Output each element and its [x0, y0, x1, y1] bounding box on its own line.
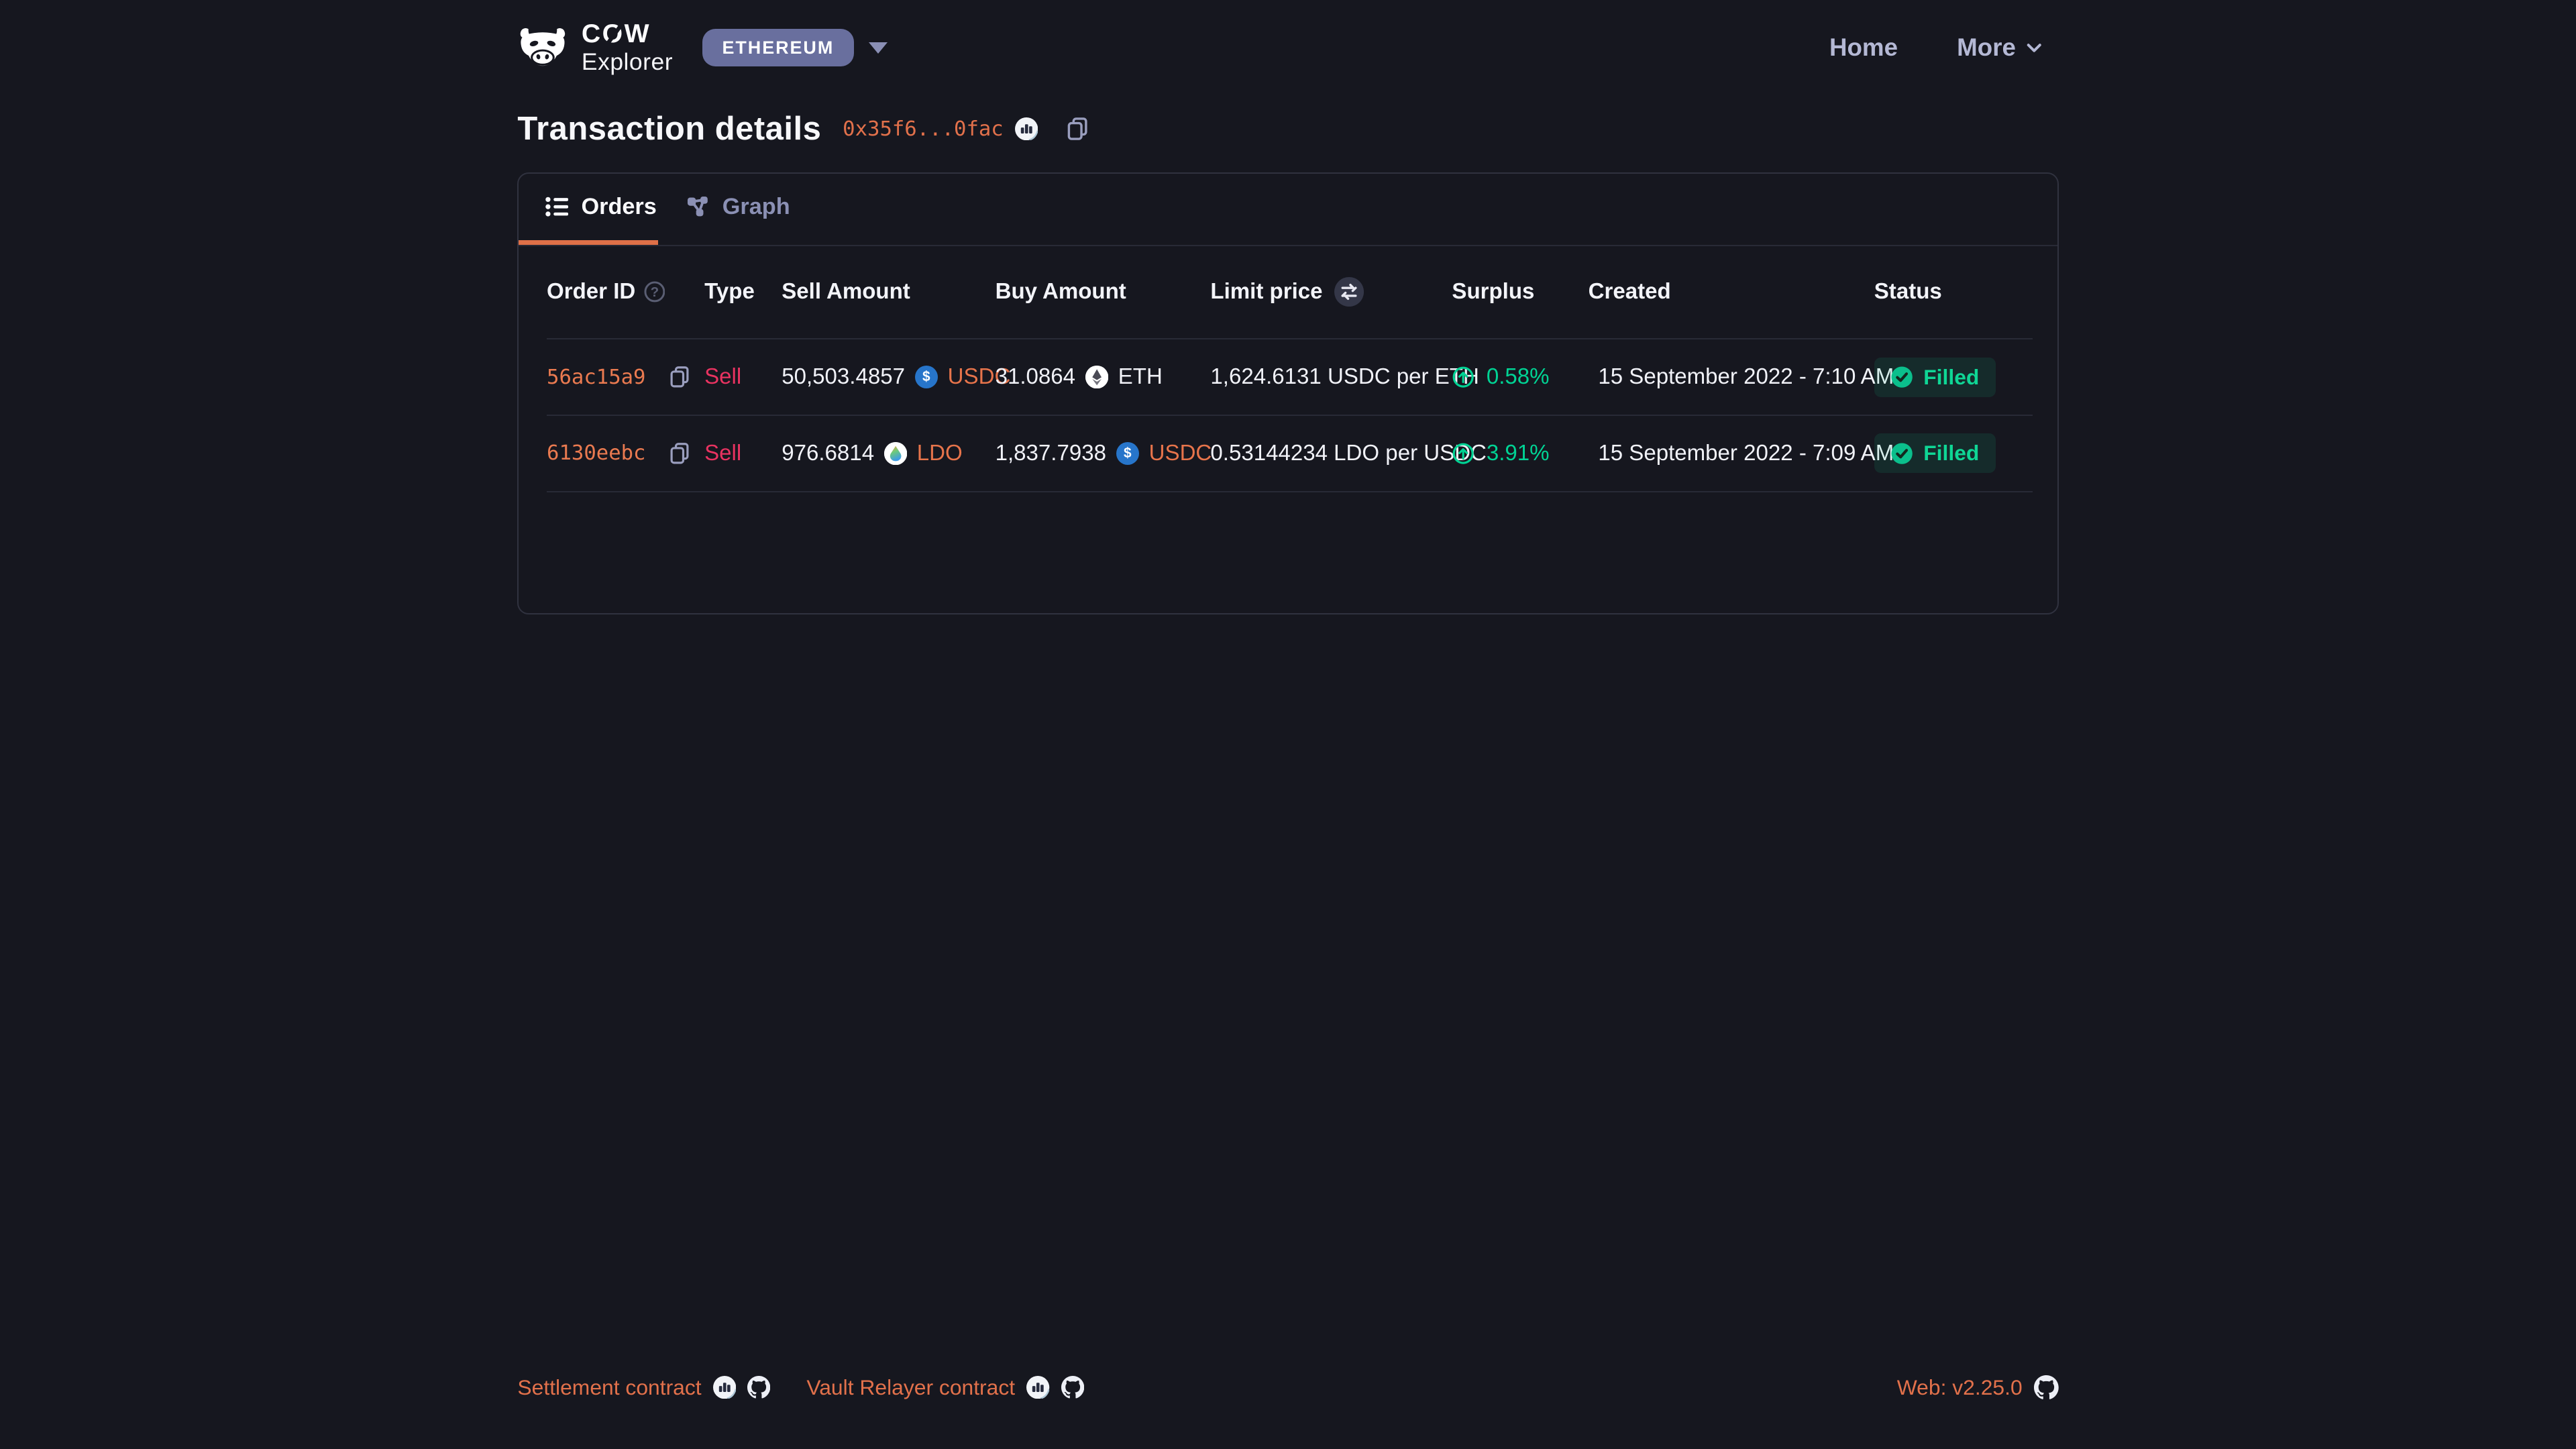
status-label: Filled: [1923, 365, 1979, 390]
vault-relayer-contract-link[interactable]: Vault Relayer contract: [806, 1375, 1015, 1400]
usdc-token-icon: $: [1116, 442, 1139, 465]
orders-card: Orders Graph Order ID Type Sell Amount B…: [517, 172, 2058, 614]
etherscan-link-icon[interactable]: [1026, 1376, 1049, 1399]
buy-token-label: ETH: [1118, 364, 1163, 390]
github-link-icon[interactable]: [747, 1376, 770, 1399]
swap-price-direction-icon[interactable]: [1334, 277, 1364, 307]
tab-orders[interactable]: Orders: [519, 174, 658, 245]
buy-token-link[interactable]: USDC: [1149, 441, 1212, 466]
col-limit-price: Limit price: [1210, 279, 1322, 305]
surplus-value: 3.91%: [1487, 441, 1550, 466]
created-date: 15 September 2022 - 7:10 AM: [1598, 364, 1894, 390]
nav-home[interactable]: Home: [1829, 34, 1898, 62]
page-title: Transaction details: [517, 110, 821, 148]
order-type: Sell: [704, 441, 782, 466]
chevron-down-icon: [2026, 41, 2042, 54]
settlement-contract-link[interactable]: Settlement contract: [517, 1375, 701, 1400]
table-header-row: Order ID Type Sell Amount Buy Amount Lim…: [547, 246, 2033, 340]
col-status: Status: [1874, 279, 2035, 305]
order-type: Sell: [704, 364, 782, 390]
tab-bar: Orders Graph: [519, 174, 2057, 246]
col-type: Type: [704, 279, 782, 305]
brand-subtitle: Explorer: [582, 50, 673, 74]
help-icon[interactable]: [644, 281, 665, 303]
list-icon: [545, 195, 568, 218]
col-buy-amount: Buy Amount: [996, 279, 1211, 305]
col-sell-amount: Sell Amount: [782, 279, 995, 305]
github-link-icon[interactable]: [1061, 1376, 1084, 1399]
web-version-link[interactable]: Web: v2.25.0: [1897, 1375, 2023, 1400]
tab-graph[interactable]: Graph: [686, 174, 790, 245]
created-date: 15 September 2022 - 7:09 AM: [1598, 441, 1894, 466]
nav-more[interactable]: More: [1957, 34, 2042, 62]
status-badge: Filled: [1874, 358, 1996, 397]
limit-price: 0.53144234 LDO per USDC: [1210, 441, 1452, 466]
network-dropdown-caret-icon: [869, 42, 888, 54]
title-row: Transaction details 0x35f6...0fac: [517, 110, 2058, 148]
order-id-link[interactable]: 56ac15a9: [547, 366, 645, 389]
surplus-value: 0.58%: [1487, 364, 1550, 390]
network-selector[interactable]: ETHEREUM: [702, 29, 888, 66]
brand-wordmark: COW: [582, 21, 673, 47]
cow-logo-icon: [517, 27, 568, 68]
copy-order-id-icon[interactable]: [669, 366, 692, 388]
col-surplus: Surplus: [1452, 279, 1588, 305]
limit-price: 1,624.6131 USDC per ETH: [1210, 364, 1452, 390]
table-row: 56ac15a9 Sell 50,503.4857 $ USDC 31.0864…: [547, 339, 2033, 416]
eth-token-icon: [1085, 366, 1108, 388]
app-header: COW Explorer ETHEREUM Home More: [517, 0, 2058, 72]
github-link-icon[interactable]: [2034, 1375, 2059, 1400]
etherscan-link-icon[interactable]: [1015, 117, 1038, 140]
graph-icon: [686, 196, 709, 217]
buy-amount: 31.0864: [996, 364, 1075, 390]
table-row: 6130eebc Sell 976.6814 LDO 1,837.7938 $ …: [547, 416, 2033, 492]
copy-order-id-icon[interactable]: [669, 442, 692, 465]
status-label: Filled: [1923, 441, 1979, 466]
surplus-up-icon: [1452, 442, 1474, 465]
network-badge[interactable]: ETHEREUM: [702, 29, 854, 66]
status-badge: Filled: [1874, 433, 1996, 473]
sell-amount: 50,503.4857: [782, 364, 905, 390]
buy-amount: 1,837.7938: [996, 441, 1106, 466]
sell-token-link[interactable]: LDO: [917, 441, 963, 466]
ldo-token-icon: [884, 442, 907, 465]
order-id-link[interactable]: 6130eebc: [547, 441, 645, 465]
sell-amount: 976.6814: [782, 441, 874, 466]
col-created: Created: [1589, 279, 1874, 305]
main-nav: Home More: [1829, 34, 2059, 62]
app-footer: Settlement contract Vault Relayer contra…: [0, 1375, 2576, 1400]
usdc-token-icon: $: [915, 366, 938, 388]
tx-hash-link[interactable]: 0x35f6...0fac: [843, 117, 1004, 141]
cow-explorer-logo[interactable]: COW Explorer: [517, 21, 673, 74]
copy-tx-hash-icon[interactable]: [1066, 117, 1091, 142]
filled-check-icon: [1890, 366, 1913, 388]
etherscan-link-icon[interactable]: [713, 1376, 736, 1399]
surplus-up-icon: [1452, 366, 1474, 388]
filled-check-icon: [1890, 442, 1913, 465]
page: COW Explorer ETHEREUM Home More Transact…: [0, 0, 2576, 1449]
orders-table: Order ID Type Sell Amount Buy Amount Lim…: [547, 246, 2033, 492]
col-order-id: Order ID: [547, 279, 635, 305]
